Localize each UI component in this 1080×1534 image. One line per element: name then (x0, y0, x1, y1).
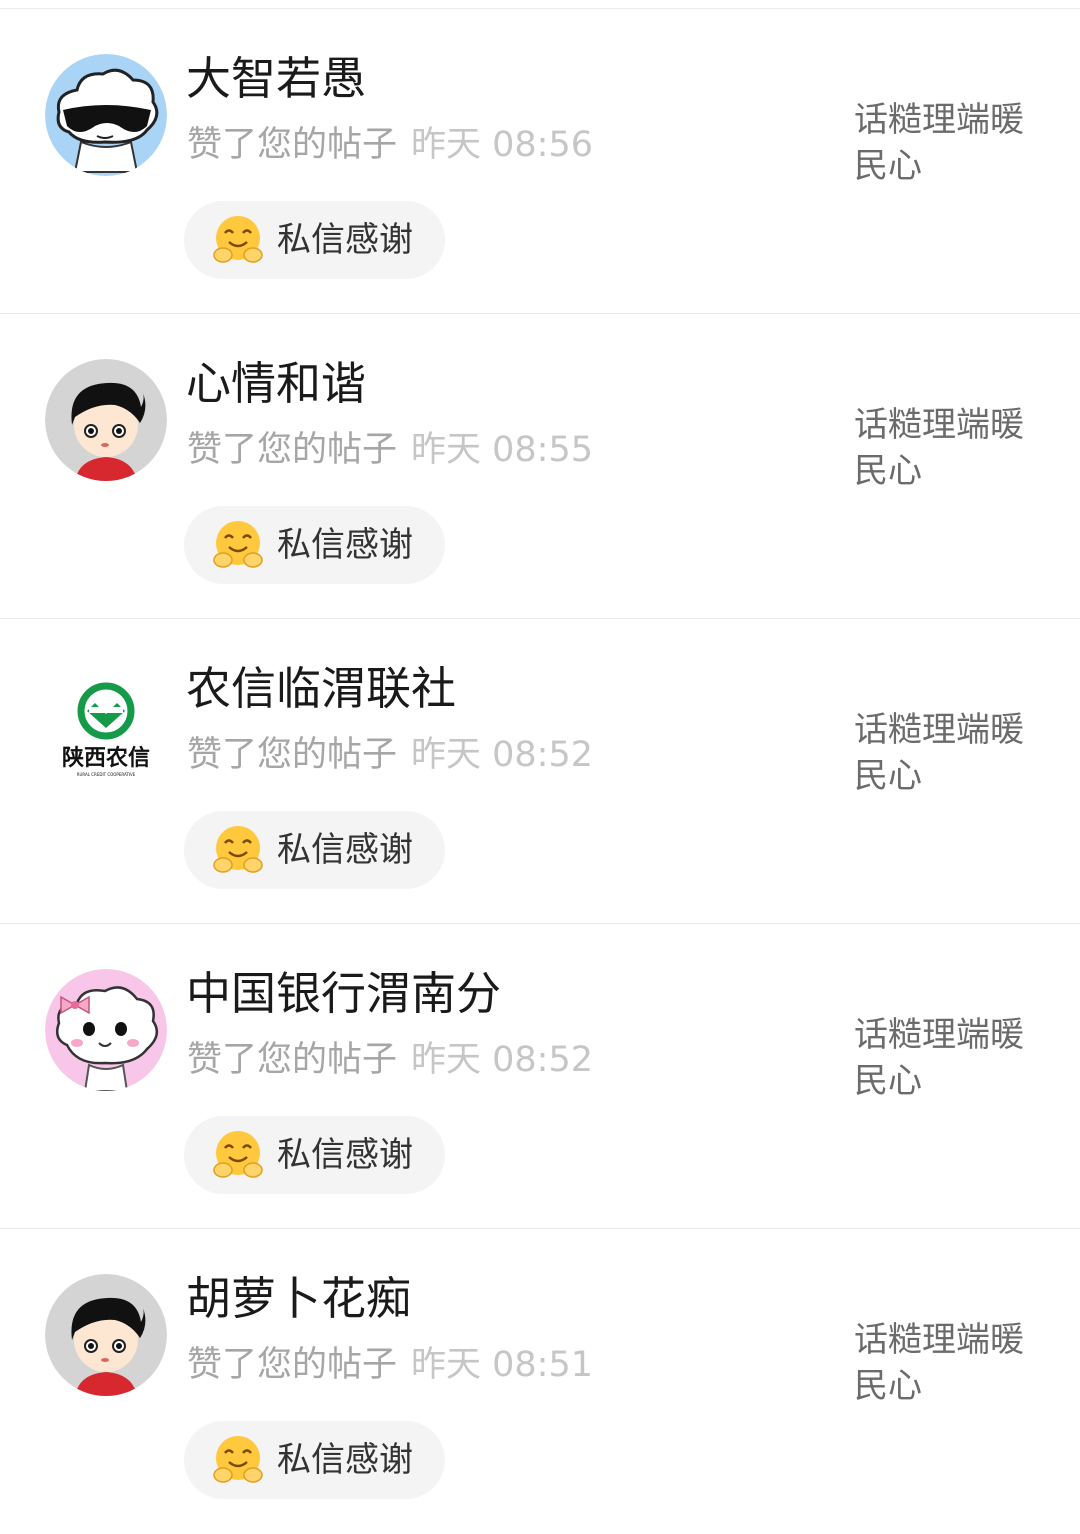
notification-item[interactable]: 心情和谐 赞了您的帖子 昨天 08:55 私信感谢 话糙理端暖民心 (0, 314, 1080, 619)
hugging-face-emoji-icon (212, 1129, 264, 1181)
hugging-face-emoji-icon (212, 214, 264, 266)
cartoon-boy-avatar-icon[interactable] (45, 359, 167, 481)
notification-item[interactable]: 陕西农信 RURAL CREDIT COOPERATIVE 农信临渭联社 赞了您… (0, 619, 1080, 924)
user-name[interactable]: 胡萝卜花痴 (186, 1267, 411, 1331)
logo-text: 陕西农信 (62, 745, 150, 771)
post-title[interactable]: 话糙理端暖民心 (854, 1317, 1039, 1409)
hugging-face-emoji-icon (212, 824, 264, 876)
button-label: 私信感谢 (277, 1440, 413, 1480)
action-text: 赞了您的帖子 (187, 430, 398, 470)
post-title[interactable]: 话糙理端暖民心 (854, 402, 1039, 494)
like-meta: 赞了您的帖子 昨天 08:51 (187, 1335, 593, 1395)
action-text: 赞了您的帖子 (187, 1345, 398, 1385)
button-label: 私信感谢 (277, 525, 413, 565)
notification-item[interactable]: 胡萝卜花痴 赞了您的帖子 昨天 08:51 私信感谢 话糙理端暖民心 (0, 1229, 1080, 1534)
like-meta: 赞了您的帖子 昨天 08:56 (187, 115, 593, 175)
hugging-face-emoji-icon (212, 519, 264, 571)
timestamp: 昨天 08:52 (411, 735, 594, 775)
action-text: 赞了您的帖子 (187, 735, 398, 775)
user-name[interactable]: 农信临渭联社 (186, 657, 456, 721)
pink-cloud-bow-avatar-icon[interactable] (45, 969, 167, 1091)
timestamp: 昨天 08:51 (411, 1345, 594, 1385)
timestamp: 昨天 08:56 (411, 125, 594, 165)
shaanxi-rural-credit-logo-icon[interactable]: 陕西农信 RURAL CREDIT COOPERATIVE (45, 664, 167, 786)
post-title[interactable]: 话糙理端暖民心 (854, 97, 1039, 189)
private-message-thanks-button[interactable]: 私信感谢 (184, 506, 445, 584)
user-name[interactable]: 中国银行渭南分 (186, 962, 501, 1026)
like-meta: 赞了您的帖子 昨天 08:52 (187, 1030, 593, 1090)
timestamp: 昨天 08:55 (411, 430, 594, 470)
private-message-thanks-button[interactable]: 私信感谢 (184, 1116, 445, 1194)
cloud-sunglasses-avatar-icon[interactable] (45, 54, 167, 176)
button-label: 私信感谢 (277, 1135, 413, 1175)
like-meta: 赞了您的帖子 昨天 08:55 (187, 420, 593, 480)
user-name[interactable]: 大智若愚 (186, 47, 366, 111)
logo-subtext: RURAL CREDIT COOPERATIVE (77, 772, 136, 777)
like-meta: 赞了您的帖子 昨天 08:52 (187, 725, 593, 785)
user-name[interactable]: 心情和谐 (186, 352, 366, 416)
action-text: 赞了您的帖子 (187, 1040, 398, 1080)
notification-item[interactable]: 中国银行渭南分 赞了您的帖子 昨天 08:52 私信感谢 话糙理端暖民心 (0, 924, 1080, 1229)
action-text: 赞了您的帖子 (187, 125, 398, 165)
timestamp: 昨天 08:52 (411, 1040, 594, 1080)
hugging-face-emoji-icon (212, 1434, 264, 1486)
notification-item[interactable]: 大智若愚 赞了您的帖子 昨天 08:56 私信感谢 话糙理端暖民心 (0, 9, 1080, 314)
private-message-thanks-button[interactable]: 私信感谢 (184, 1421, 445, 1499)
button-label: 私信感谢 (277, 220, 413, 260)
private-message-thanks-button[interactable]: 私信感谢 (184, 811, 445, 889)
post-title[interactable]: 话糙理端暖民心 (854, 1012, 1039, 1104)
cartoon-boy-avatar-icon[interactable] (45, 1274, 167, 1396)
post-title[interactable]: 话糙理端暖民心 (854, 707, 1039, 799)
button-label: 私信感谢 (277, 830, 413, 870)
private-message-thanks-button[interactable]: 私信感谢 (184, 201, 445, 279)
